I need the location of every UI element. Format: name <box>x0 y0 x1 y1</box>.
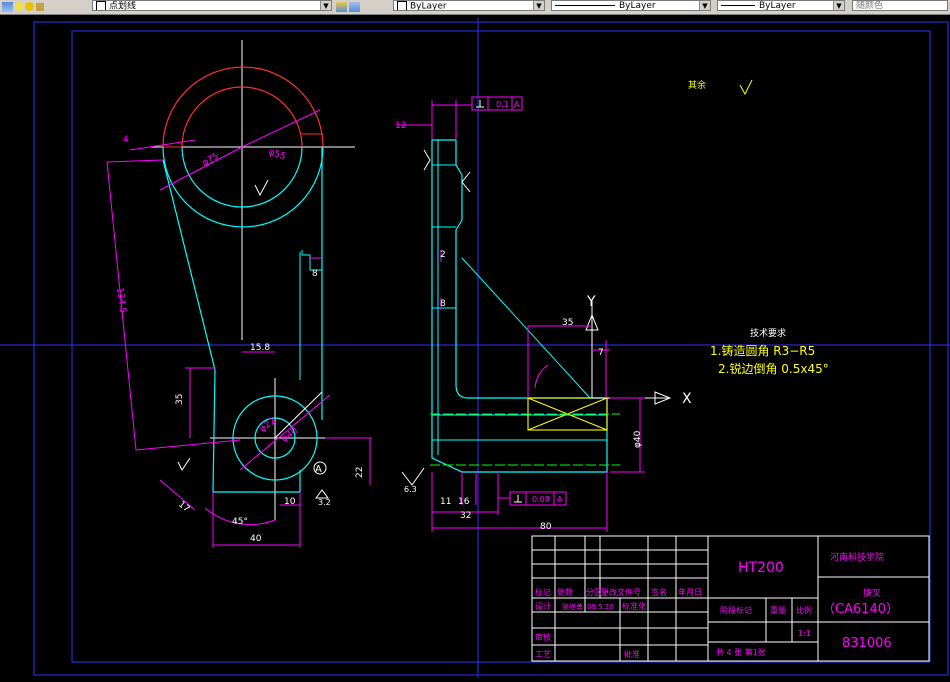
tolerance-top-datum: A <box>514 100 520 109</box>
dim-22: 22 <box>355 467 365 478</box>
sun-icon[interactable] <box>25 2 34 11</box>
lock-icon[interactable] <box>36 2 44 11</box>
col-sign: 签名 <box>651 587 667 597</box>
col-date: 年月日 <box>678 587 702 597</box>
dim-phi75: φ75 <box>201 152 221 169</box>
axis-y-label: Y <box>586 294 596 310</box>
color-swatch <box>397 1 407 10</box>
dim-45deg: 45° <box>232 517 248 527</box>
color-dropdown[interactable]: ByLayer ▼ <box>393 0 545 11</box>
front-view-dimensions: 4 φ75 φ55 8 134.5 15.8 35 φ22 φ40 17 10 … <box>114 135 365 544</box>
dim-134-5: 134.5 <box>114 287 127 314</box>
row-approve: 批准 <box>624 649 640 659</box>
front-view <box>106 40 372 548</box>
dim-phi40-boss: φ40 <box>280 426 300 444</box>
chevron-down-icon[interactable]: ▼ <box>533 1 544 10</box>
linetype-dropdown-value: ByLayer <box>619 1 656 11</box>
layer-tools <box>2 0 46 13</box>
dim-12-tol: 12 <box>395 121 406 131</box>
plotstyle-dropdown[interactable]: 随颜色 <box>852 0 948 11</box>
roughness-rest-symbol <box>739 79 753 96</box>
sheet-count: 共 4 张 第1张 <box>716 647 766 657</box>
bulb-icon[interactable] <box>15 2 23 11</box>
layer-state-tools <box>336 0 362 13</box>
layers-icon[interactable] <box>2 1 13 12</box>
linetype-dropdown[interactable]: ByLayer ▼ <box>551 0 711 11</box>
drawing-number: 831006 <box>842 636 892 651</box>
notes: 其余 技术要求 1.铸造圆角 R3−R5 2.锐边倒角 0.5x45° <box>688 79 829 376</box>
row-standardization: 标准化 <box>622 601 646 611</box>
dim-10: 10 <box>284 497 296 507</box>
roughness-3-2-front: 3.2 <box>318 498 331 507</box>
make-current-icon[interactable] <box>336 1 347 12</box>
tolerance-top-value: 0.1 <box>496 100 509 109</box>
datum-a-label: A <box>315 464 322 475</box>
chevron-down-icon[interactable]: ▼ <box>699 1 710 10</box>
axis-x-label: X <box>682 391 692 407</box>
color-dropdown-value: ByLayer <box>410 1 447 11</box>
layer-dropdown-value: 点划线 <box>109 1 137 11</box>
scale-value: 1:1 <box>798 629 811 638</box>
row-check: 审核 <box>535 632 551 642</box>
col-doc: 更改文件号 <box>601 587 641 597</box>
side-view <box>396 96 672 532</box>
col-mark: 标记 <box>535 587 551 597</box>
dim-32: 32 <box>460 511 471 521</box>
roughness-6-3: 6.3 <box>404 485 417 494</box>
plotstyle-dropdown-value: 随颜色 <box>856 1 884 11</box>
dim-40: 40 <box>250 534 262 544</box>
chevron-down-icon[interactable]: ▼ <box>320 1 331 10</box>
weight-label: 重量 <box>770 605 786 615</box>
drawing-canvas[interactable]: 4 φ75 φ55 8 134.5 15.8 35 φ22 φ40 17 10 … <box>0 15 950 678</box>
layer-previous-icon[interactable] <box>349 1 360 12</box>
linetype-sample <box>555 5 615 6</box>
tech-requirement-1: 1.铸造圆角 R3−R5 <box>710 343 815 358</box>
tech-requirement-2: 2.锐边倒角 0.5x45° <box>718 362 829 376</box>
layer-color-swatch <box>96 1 106 10</box>
roughness-rest-label: 其余 <box>688 79 706 91</box>
layer-dropdown[interactable]: 点划线 ▼ <box>92 0 332 11</box>
row-design: 设计 <box>535 601 551 611</box>
dim-35-horizontal: 35 <box>562 318 573 328</box>
col-zone: 分区 <box>586 588 602 597</box>
dim-35-vertical: 35 <box>175 394 185 405</box>
col-count: 处数 <box>557 587 573 597</box>
dim-17: 17 <box>176 500 191 515</box>
stage-mark: 阶段标记 <box>720 605 752 615</box>
dim-7: 7 <box>598 348 604 358</box>
row-craft: 工艺 <box>535 650 551 659</box>
title-block-text: HT200 河南科技学院 拨叉 （CA6140） 831006 标记 处数 分区… <box>535 551 899 659</box>
dim-2: 2 <box>440 250 446 260</box>
tech-requirements-title: 技术要求 <box>750 327 786 339</box>
chevron-down-icon[interactable]: ▼ <box>833 1 844 10</box>
dim-phi55: φ55 <box>267 147 287 162</box>
material-label: HT200 <box>738 560 784 576</box>
dim-16: 16 <box>458 497 470 507</box>
school-name: 河南科技学院 <box>830 551 884 563</box>
dim-phi40: φ40 <box>633 430 643 448</box>
dim-8: 8 <box>440 299 446 309</box>
lineweight-dropdown[interactable]: ByLayer ▼ <box>717 0 845 11</box>
tolerance-bottom-value: 0.08 <box>532 495 550 504</box>
lineweight-sample <box>721 5 755 6</box>
scale-label: 比例 <box>796 605 812 615</box>
dim-11: 11 <box>440 497 451 507</box>
tolerance-bottom-datum: A <box>557 495 563 504</box>
properties-toolbar: 点划线 ▼ ByLayer ▼ ByLayer ▼ ByLayer ▼ 随颜色 <box>0 0 950 15</box>
part-name: 拨叉 <box>863 587 881 599</box>
dim-r8: 8 <box>312 269 318 279</box>
drawing-svg: 4 φ75 φ55 8 134.5 15.8 35 φ22 φ40 17 10 … <box>0 18 950 678</box>
design-date: 09.5.20 <box>587 603 614 611</box>
dim-80: 80 <box>540 522 552 532</box>
dim-15-8: 15.8 <box>250 343 270 353</box>
part-model: （CA6140） <box>822 602 899 617</box>
dim-4: 4 <box>123 135 129 145</box>
lineweight-dropdown-value: ByLayer <box>759 1 796 11</box>
designer-name: 张继勇 <box>562 602 583 611</box>
